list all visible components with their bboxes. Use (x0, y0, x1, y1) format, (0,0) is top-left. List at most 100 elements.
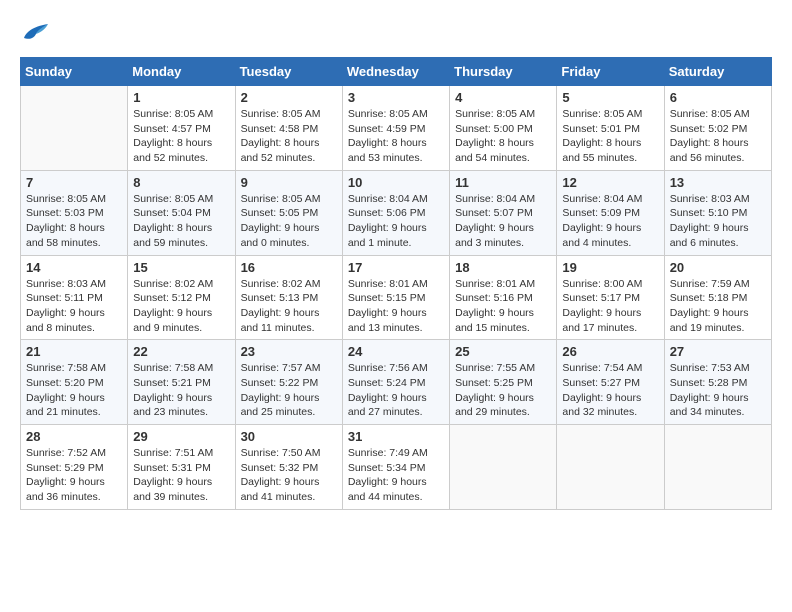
calendar-cell: 4Sunrise: 8:05 AM Sunset: 5:00 PM Daylig… (450, 86, 557, 171)
day-number: 31 (348, 429, 444, 444)
weekday-header-row: SundayMondayTuesdayWednesdayThursdayFrid… (21, 58, 772, 86)
day-number: 12 (562, 175, 658, 190)
day-number: 19 (562, 260, 658, 275)
weekday-header-thursday: Thursday (450, 58, 557, 86)
day-number: 5 (562, 90, 658, 105)
day-number: 9 (241, 175, 337, 190)
calendar-cell (21, 86, 128, 171)
day-number: 8 (133, 175, 229, 190)
day-info: Sunrise: 7:51 AM Sunset: 5:31 PM Dayligh… (133, 446, 229, 505)
day-info: Sunrise: 8:05 AM Sunset: 4:58 PM Dayligh… (241, 107, 337, 166)
day-info: Sunrise: 7:58 AM Sunset: 5:21 PM Dayligh… (133, 361, 229, 420)
day-info: Sunrise: 8:05 AM Sunset: 5:02 PM Dayligh… (670, 107, 766, 166)
day-number: 2 (241, 90, 337, 105)
calendar-cell: 1 Sunrise: 8:05 AM Sunset: 4:57 PM Daylig… (128, 86, 235, 171)
calendar-cell: 18 Sunrise: 8:01 AM Sunset: 5:16 PM Dayli… (450, 255, 557, 340)
logo (20, 20, 50, 42)
day-info: Sunrise: 8:05 AM Sunset: 5:05 PM Dayligh… (241, 192, 337, 251)
day-info: Sunrise: 8:01 AM Sunset: 5:16 PM Dayligh… (455, 277, 551, 336)
day-number: 25 (455, 344, 551, 359)
day-number: 17 (348, 260, 444, 275)
day-number: 22 (133, 344, 229, 359)
day-number: 23 (241, 344, 337, 359)
weekday-header-monday: Monday (128, 58, 235, 86)
week-row-3: 14 Sunrise: 8:03 AM Sunset: 5:11 PM Dayli… (21, 255, 772, 340)
day-info: Sunrise: 7:59 AM Sunset: 5:18 PM Dayligh… (670, 277, 766, 336)
day-number: 6 (670, 90, 766, 105)
day-number: 16 (241, 260, 337, 275)
calendar-cell: 3 Sunrise: 8:05 AM Sunset: 4:59 PM Daylig… (342, 86, 449, 171)
weekday-header-tuesday: Tuesday (235, 58, 342, 86)
calendar-cell: 10 Sunrise: 8:04 AM Sunset: 5:06 PM Dayli… (342, 170, 449, 255)
calendar-cell: 22 Sunrise: 7:58 AM Sunset: 5:21 PM Dayli… (128, 340, 235, 425)
calendar-cell: 25 Sunrise: 7:55 AM Sunset: 5:25 PM Dayli… (450, 340, 557, 425)
weekday-header-saturday: Saturday (664, 58, 771, 86)
day-info: Sunrise: 7:55 AM Sunset: 5:25 PM Dayligh… (455, 361, 551, 420)
day-info: Sunrise: 8:05 AM Sunset: 5:03 PM Dayligh… (26, 192, 122, 251)
day-info: Sunrise: 8:04 AM Sunset: 5:07 PM Dayligh… (455, 192, 551, 251)
day-number: 14 (26, 260, 122, 275)
day-info: Sunrise: 7:57 AM Sunset: 5:22 PM Dayligh… (241, 361, 337, 420)
week-row-4: 21 Sunrise: 7:58 AM Sunset: 5:20 PM Dayli… (21, 340, 772, 425)
calendar-cell: 23 Sunrise: 7:57 AM Sunset: 5:22 PM Dayli… (235, 340, 342, 425)
day-number: 21 (26, 344, 122, 359)
day-info: Sunrise: 8:05 AM Sunset: 4:57 PM Dayligh… (133, 107, 229, 166)
day-info: Sunrise: 7:52 AM Sunset: 5:29 PM Dayligh… (26, 446, 122, 505)
page-header (20, 20, 772, 42)
calendar-cell: 31 Sunrise: 7:49 AM Sunset: 5:34 PM Dayli… (342, 425, 449, 510)
calendar-cell: 26Sunrise: 7:54 AM Sunset: 5:27 PM Dayli… (557, 340, 664, 425)
day-number: 7 (26, 175, 122, 190)
calendar-cell: 17 Sunrise: 8:01 AM Sunset: 5:15 PM Dayli… (342, 255, 449, 340)
weekday-header-friday: Friday (557, 58, 664, 86)
calendar-cell: 28 Sunrise: 7:52 AM Sunset: 5:29 PM Dayli… (21, 425, 128, 510)
day-info: Sunrise: 7:49 AM Sunset: 5:34 PM Dayligh… (348, 446, 444, 505)
calendar-cell (557, 425, 664, 510)
calendar-cell: 2 Sunrise: 8:05 AM Sunset: 4:58 PM Daylig… (235, 86, 342, 171)
day-info: Sunrise: 8:01 AM Sunset: 5:15 PM Dayligh… (348, 277, 444, 336)
calendar-cell: 12 Sunrise: 8:04 AM Sunset: 5:09 PM Dayli… (557, 170, 664, 255)
weekday-header-sunday: Sunday (21, 58, 128, 86)
day-number: 11 (455, 175, 551, 190)
day-info: Sunrise: 7:50 AM Sunset: 5:32 PM Dayligh… (241, 446, 337, 505)
day-number: 24 (348, 344, 444, 359)
day-info: Sunrise: 8:03 AM Sunset: 5:11 PM Dayligh… (26, 277, 122, 336)
calendar-cell: 24 Sunrise: 7:56 AM Sunset: 5:24 PM Dayli… (342, 340, 449, 425)
day-number: 28 (26, 429, 122, 444)
weekday-header-wednesday: Wednesday (342, 58, 449, 86)
day-number: 29 (133, 429, 229, 444)
calendar-cell: 8 Sunrise: 8:05 AM Sunset: 5:04 PM Daylig… (128, 170, 235, 255)
day-info: Sunrise: 8:04 AM Sunset: 5:06 PM Dayligh… (348, 192, 444, 251)
day-info: Sunrise: 8:05 AM Sunset: 4:59 PM Dayligh… (348, 107, 444, 166)
calendar-cell: 21 Sunrise: 7:58 AM Sunset: 5:20 PM Dayli… (21, 340, 128, 425)
calendar-cell: 14 Sunrise: 8:03 AM Sunset: 5:11 PM Dayli… (21, 255, 128, 340)
day-info: Sunrise: 8:02 AM Sunset: 5:12 PM Dayligh… (133, 277, 229, 336)
day-number: 15 (133, 260, 229, 275)
day-number: 18 (455, 260, 551, 275)
week-row-1: 1 Sunrise: 8:05 AM Sunset: 4:57 PM Daylig… (21, 86, 772, 171)
calendar-cell: 13Sunrise: 8:03 AM Sunset: 5:10 PM Dayli… (664, 170, 771, 255)
day-info: Sunrise: 8:04 AM Sunset: 5:09 PM Dayligh… (562, 192, 658, 251)
day-number: 3 (348, 90, 444, 105)
day-info: Sunrise: 8:02 AM Sunset: 5:13 PM Dayligh… (241, 277, 337, 336)
calendar-cell (450, 425, 557, 510)
calendar-cell: 20Sunrise: 7:59 AM Sunset: 5:18 PM Dayli… (664, 255, 771, 340)
day-number: 27 (670, 344, 766, 359)
day-info: Sunrise: 8:05 AM Sunset: 5:04 PM Dayligh… (133, 192, 229, 251)
day-info: Sunrise: 7:53 AM Sunset: 5:28 PM Dayligh… (670, 361, 766, 420)
calendar-cell (664, 425, 771, 510)
day-info: Sunrise: 7:56 AM Sunset: 5:24 PM Dayligh… (348, 361, 444, 420)
day-info: Sunrise: 7:58 AM Sunset: 5:20 PM Dayligh… (26, 361, 122, 420)
calendar-cell: 7 Sunrise: 8:05 AM Sunset: 5:03 PM Daylig… (21, 170, 128, 255)
calendar-cell: 6 Sunrise: 8:05 AM Sunset: 5:02 PM Daylig… (664, 86, 771, 171)
day-info: Sunrise: 8:03 AM Sunset: 5:10 PM Dayligh… (670, 192, 766, 251)
calendar-cell: 11 Sunrise: 8:04 AM Sunset: 5:07 PM Dayli… (450, 170, 557, 255)
day-number: 4 (455, 90, 551, 105)
calendar-table: SundayMondayTuesdayWednesdayThursdayFrid… (20, 57, 772, 510)
day-info: Sunrise: 8:05 AM Sunset: 5:01 PM Dayligh… (562, 107, 658, 166)
day-number: 10 (348, 175, 444, 190)
day-number: 26 (562, 344, 658, 359)
day-number: 1 (133, 90, 229, 105)
calendar-cell: 30Sunrise: 7:50 AM Sunset: 5:32 PM Dayli… (235, 425, 342, 510)
week-row-2: 7 Sunrise: 8:05 AM Sunset: 5:03 PM Daylig… (21, 170, 772, 255)
logo-bird-icon (22, 20, 50, 42)
